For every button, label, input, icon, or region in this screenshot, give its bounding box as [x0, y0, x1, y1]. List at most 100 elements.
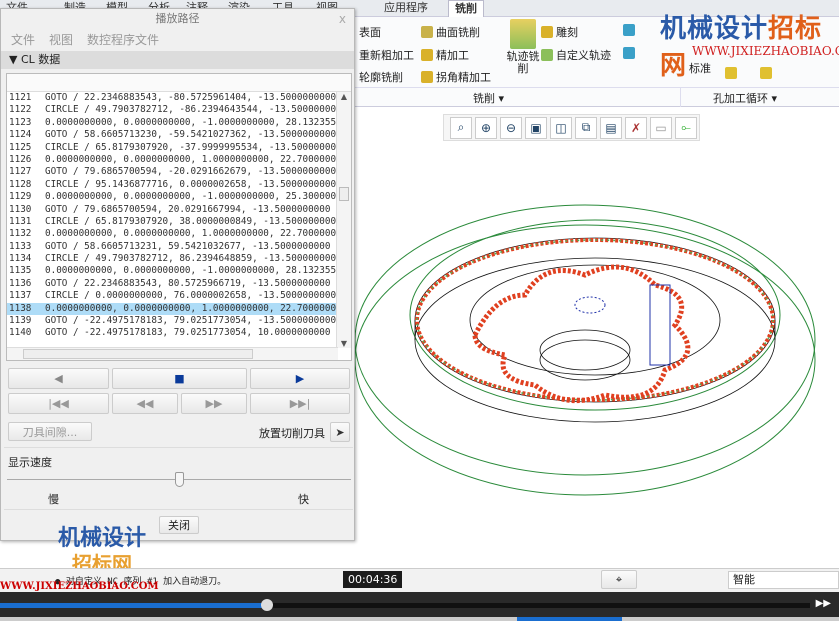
time-tooltip: 00:04:36 [343, 571, 403, 588]
play-forward-button[interactable]: ▶ [250, 368, 350, 389]
vertical-scrollbar[interactable]: ▲ ▼ [336, 92, 351, 348]
table-row[interactable]: 1125 CIRCLE / 65.8179307920, -37.99999955… [7, 142, 337, 154]
play-backward-button[interactable]: ◀ [8, 368, 109, 389]
row-number: 1127 [9, 166, 32, 178]
section-icon[interactable]: ▭ [650, 116, 672, 139]
go-to-start-button[interactable]: |◀◀ [8, 393, 109, 414]
watermark-url-top: WWW.JIXIEZHAOBIAO.COM [692, 44, 839, 58]
profile-mill-button[interactable]: 轮廓铣削 [359, 69, 403, 85]
table-row[interactable]: 1139 GOTO / -22.4975178183, 79.0251773054… [7, 315, 337, 327]
trajectory-mill-button[interactable]: 轨迹铣削 [503, 17, 543, 75]
fast-forward-icon[interactable]: ▶▶ [816, 598, 831, 609]
place-tool-cursor-button[interactable]: ➤ [330, 422, 350, 442]
table-row[interactable]: 1132 0.0000000000, 0.0000000000, 1.000000… [7, 228, 337, 240]
table-row[interactable]: 1138 0.0000000000, 0.0000000000, 1.000000… [7, 302, 337, 316]
tab-9[interactable]: 铣削 [448, 0, 484, 17]
row-number: 1132 [9, 228, 32, 240]
row-data: GOTO / -22.4975178183, 79.0251773054, -1… [45, 315, 337, 327]
finish-icon [421, 49, 433, 61]
table-row[interactable]: 1131 CIRCLE / 65.8179307920, 38.000000084… [7, 216, 337, 228]
row-number: 1125 [9, 141, 32, 153]
repaint-icon[interactable]: ▣ [525, 116, 547, 139]
table-row[interactable]: 1122 CIRCLE / 49.7903782712, -86.23946435… [7, 104, 337, 116]
tool-clearance-button[interactable]: 刀具间隙... [8, 422, 92, 441]
display-style-icon[interactable]: ◫ [550, 116, 572, 139]
stop-button[interactable]: ■ [112, 368, 247, 389]
row-data: 0.0000000000, 0.0000000000, -1.000000000… [45, 191, 337, 203]
rerough-button[interactable]: 重新粗加工 [359, 47, 414, 63]
chamfer-icon[interactable] [623, 24, 635, 36]
table-row[interactable]: 1136 GOTO / 22.2346883543, 80.5725966719,… [7, 278, 337, 290]
graphics-toolbar: ⌕ ⊕ ⊖ ▣ ◫ ⧉ ▤ ✗ ▭ ⟜ [443, 114, 700, 141]
table-row[interactable]: 1130 GOTO / 79.6865700594, 20.0291667994,… [7, 204, 337, 216]
group-hole-cycle[interactable]: 孔加工循环 ▾ [713, 90, 777, 106]
engrave-button[interactable]: 雕刻 [541, 24, 578, 40]
find-button[interactable]: ⌖ [601, 570, 637, 589]
dialog-menu: 文件 视图 数控程序文件 [1, 29, 354, 51]
table-row[interactable]: 1127 GOTO / 79.6865700594, -20.0291662679… [7, 166, 337, 178]
cl-data-table[interactable]: 1121 GOTO / 22.2346883543, -80.5725961404… [6, 73, 352, 361]
go-to-end-button[interactable]: ▶▶| [250, 393, 350, 414]
row-number: 1121 [9, 92, 32, 103]
menu-view[interactable]: 视图 [49, 33, 73, 47]
view-manager-icon[interactable]: ▤ [600, 116, 622, 139]
row-number: 1136 [9, 277, 32, 289]
row-number: 1135 [9, 265, 32, 277]
table-row[interactable]: 1121 GOTO / 22.2346883543, -80.5725961404… [7, 92, 337, 104]
row-data: GOTO / 79.6865700594, 20.0291667994, -13… [45, 203, 331, 215]
table-row[interactable]: 1128 CIRCLE / 95.1436877716, 0.0000002658… [7, 179, 337, 191]
cl-data-section[interactable]: ▼ CL 数据 [1, 51, 354, 69]
step-forward-button[interactable]: ▶▶ [181, 393, 247, 414]
zoom-out-icon[interactable]: ⊖ [500, 116, 522, 139]
zoom-in-icon[interactable]: ⊕ [475, 116, 497, 139]
row-number: 1138 [9, 302, 32, 314]
annotation-icon[interactable]: ⟜ [675, 116, 697, 139]
menu-file[interactable]: 文件 [11, 33, 35, 47]
saved-views-icon[interactable]: ⧉ [575, 116, 597, 139]
row-data: 0.0000000000, 0.0000000000, 1.0000000000… [45, 228, 337, 240]
row-data: CIRCLE / 65.8179307920, 38.0000000849, -… [45, 215, 337, 227]
status-bar: ● 对自定义 NC 序列 #1 加入自动退刀。 WWW.JIXIEZHAOBIA… [0, 568, 839, 592]
tab-8[interactable]: 应用程序 [378, 0, 434, 17]
row-number: 1130 [9, 203, 32, 215]
table-row[interactable]: 1124 GOTO / 58.6605713230, -59.5421027362… [7, 129, 337, 141]
step-back-button[interactable]: ◀◀ [112, 393, 178, 414]
custom-trajectory-button[interactable]: 自定义轨迹 [541, 47, 611, 63]
table-row[interactable]: 1134 CIRCLE / 49.7903782712, 86.239464885… [7, 253, 337, 265]
finish-button[interactable]: 精加工 [421, 47, 469, 63]
surface-mill-button[interactable]: 曲面铣削 [421, 24, 480, 40]
close-button[interactable]: 关闭 [159, 516, 199, 534]
refit-icon[interactable]: ⌕ [450, 116, 472, 139]
table-row[interactable]: 1140 GOTO / -22.4975178183, 79.0251773054… [7, 327, 337, 339]
table-row[interactable]: 1137 CIRCLE / 0.0000000000, 76.0000002658… [7, 290, 337, 302]
dialog-close-icon[interactable]: x [339, 9, 346, 29]
slow-label: 慢 [48, 493, 59, 506]
datum-display-icon[interactable]: ✗ [625, 116, 647, 139]
table-row[interactable]: 1129 0.0000000000, 0.0000000000, -1.00000… [7, 191, 337, 203]
table-row[interactable]: 1135 0.0000000000, 0.0000000000, -1.00000… [7, 265, 337, 277]
custom-trajectory-icon [541, 49, 553, 61]
horizontal-scrollbar[interactable] [7, 347, 338, 360]
menu-nc-file[interactable]: 数控程序文件 [87, 33, 159, 47]
speed-slider-thumb[interactable] [175, 472, 184, 487]
table-row[interactable]: 1133 GOTO / 58.6605713231, 59.5421032677,… [7, 241, 337, 253]
filter-select[interactable]: 智能 [728, 571, 839, 589]
row-data: CIRCLE / 49.7903782712, 86.2394648859, -… [45, 253, 337, 265]
stock-outline [355, 204, 816, 496]
group-milling[interactable]: 铣削 ▾ [473, 90, 504, 106]
seek-thumb[interactable] [261, 599, 274, 611]
row-data: GOTO / -22.4975178183, 79.0251773054, 10… [45, 327, 331, 339]
model-viewport[interactable] [355, 145, 839, 565]
table-row[interactable]: 1126 0.0000000000, 0.0000000000, 1.000000… [7, 154, 337, 166]
round-icon[interactable] [623, 47, 635, 59]
surface-button[interactable]: 表面 [359, 24, 381, 40]
row-number: 1123 [9, 116, 32, 128]
dialog-title: 播放路径 [155, 12, 200, 25]
row-number: 1133 [9, 240, 32, 252]
row-number: 1139 [9, 315, 32, 327]
part-geometry [414, 237, 776, 423]
video-controls: ▶▶ [0, 592, 839, 621]
corner-finish-button[interactable]: 拐角精加工 [421, 69, 491, 85]
table-row[interactable]: 1123 0.0000000000, 0.0000000000, -1.00000… [7, 117, 337, 129]
row-data: GOTO / 22.2346883543, -80.5725961404, -1… [45, 92, 337, 103]
